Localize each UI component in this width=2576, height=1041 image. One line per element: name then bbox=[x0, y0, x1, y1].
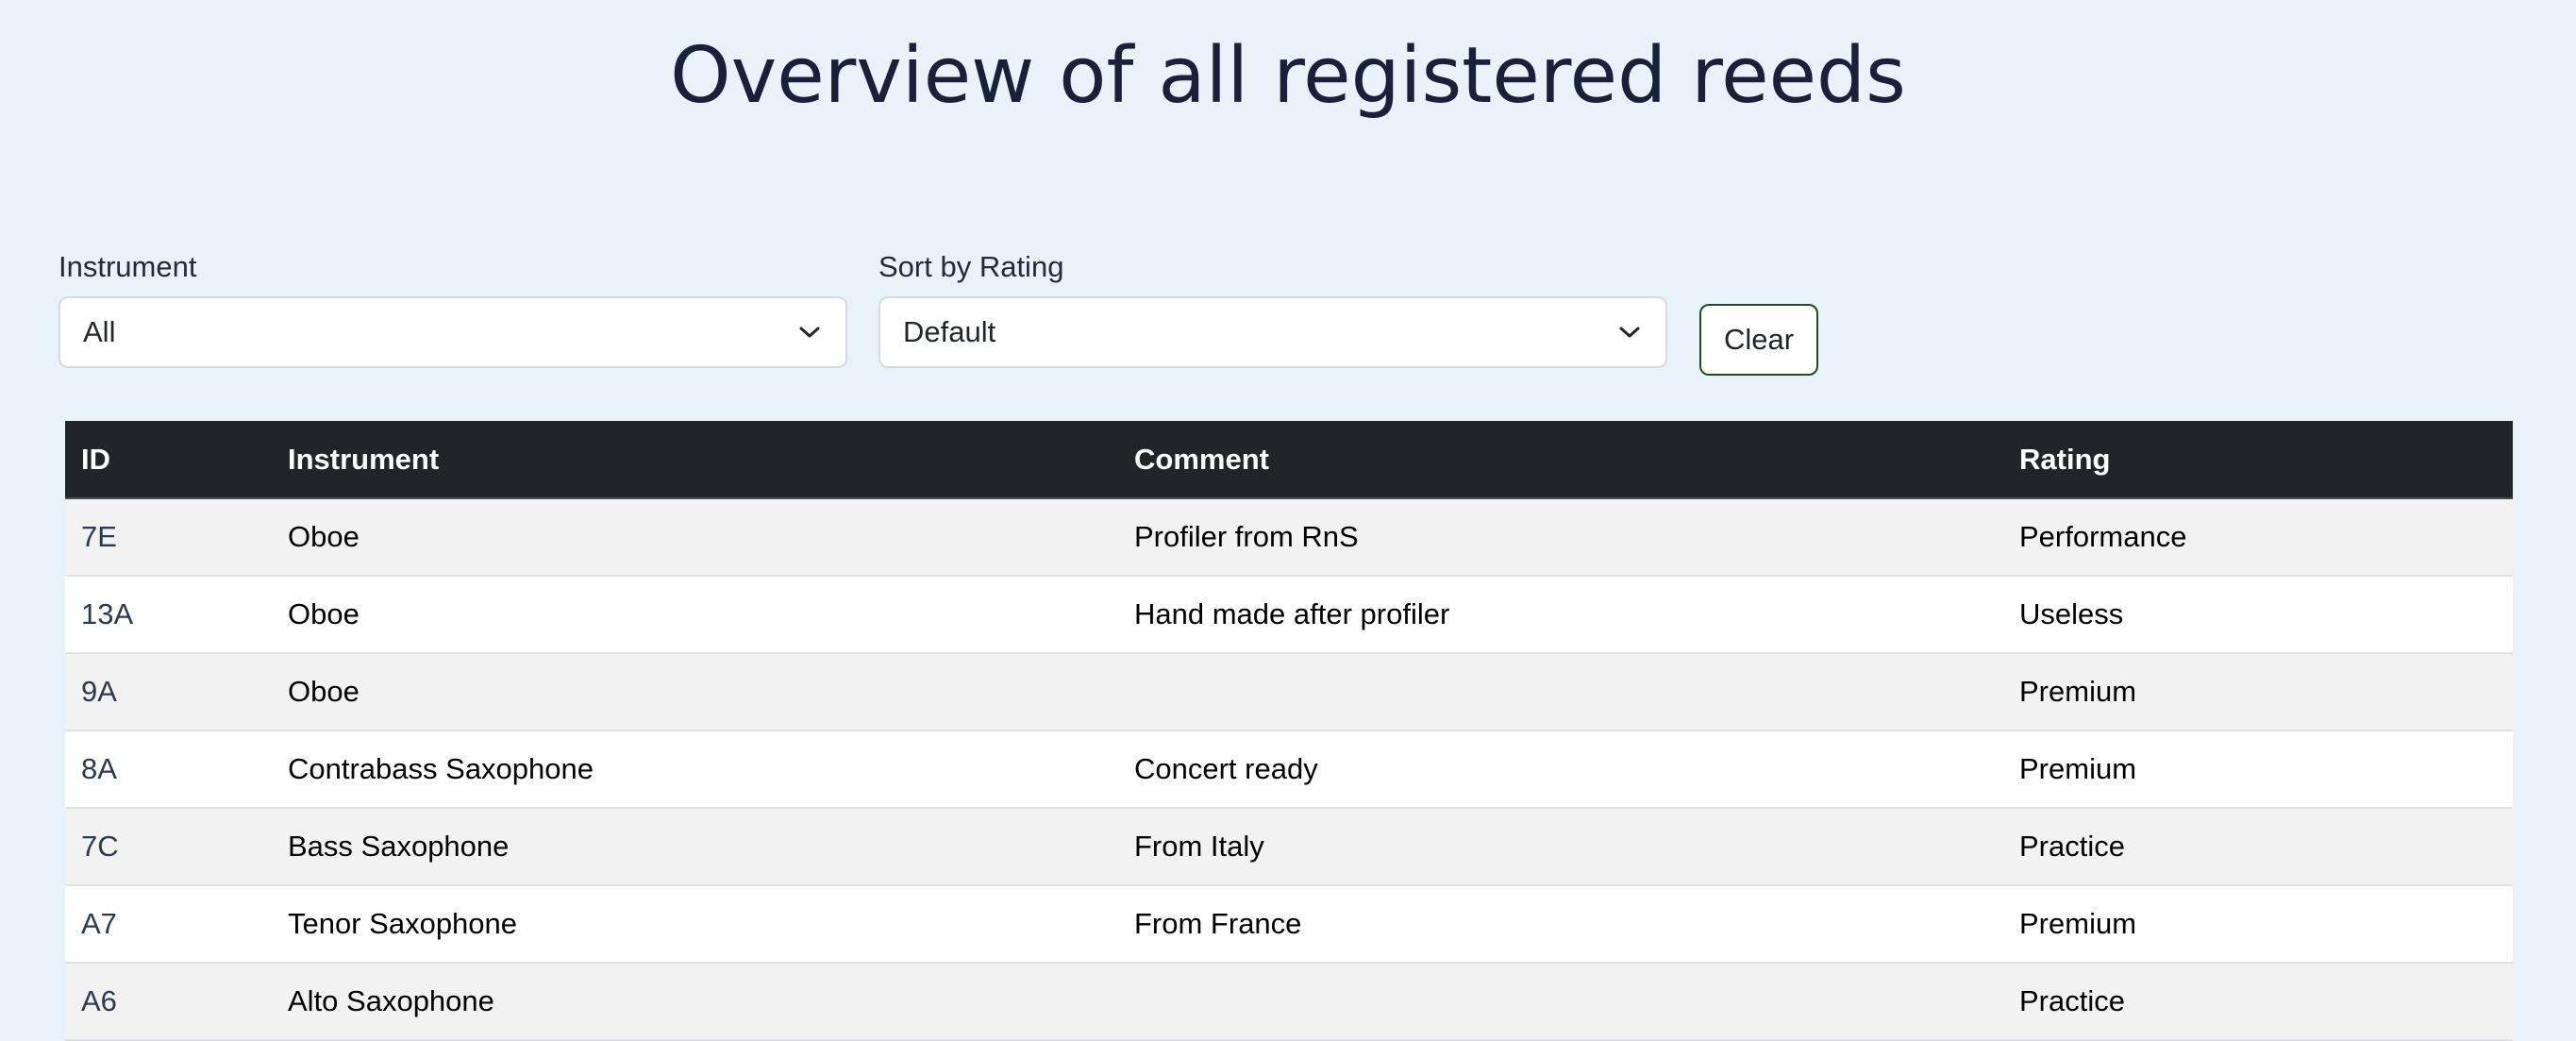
table-row[interactable]: 7C Bass Saxophone From Italy Practice bbox=[65, 808, 2513, 886]
column-header-id[interactable]: ID bbox=[65, 421, 272, 499]
cell-id: 13A bbox=[65, 576, 272, 654]
cell-comment bbox=[1118, 653, 2003, 731]
table-row[interactable]: 13A Oboe Hand made after profiler Useles… bbox=[65, 576, 2513, 654]
clear-button[interactable]: Clear bbox=[1699, 304, 1818, 376]
cell-instrument: Tenor Saxophone bbox=[272, 885, 1118, 964]
cell-rating: Practice bbox=[2003, 963, 2513, 1041]
cell-rating: Useless bbox=[2003, 576, 2513, 654]
table-row[interactable]: 7E Oboe Profiler from RnS Performance bbox=[65, 498, 2513, 577]
sort-select[interactable]: Default bbox=[878, 296, 1667, 368]
cell-rating: Practice bbox=[2003, 808, 2513, 886]
cell-id: 7C bbox=[65, 808, 272, 886]
chevron-down-icon bbox=[1616, 319, 1643, 345]
cell-instrument: Contrabass Saxophone bbox=[272, 730, 1118, 809]
cell-instrument: Oboe bbox=[272, 653, 1118, 731]
sort-filter-label: Sort by Rating bbox=[878, 250, 1064, 283]
cell-instrument: Bass Saxophone bbox=[272, 808, 1118, 886]
cell-comment: From Italy bbox=[1118, 808, 2003, 886]
cell-id: A6 bbox=[65, 963, 272, 1041]
cell-id: 8A bbox=[65, 730, 272, 809]
cell-comment: From France bbox=[1118, 885, 2003, 964]
cell-rating: Premium bbox=[2003, 730, 2513, 809]
instrument-filter: Instrument All bbox=[59, 243, 847, 368]
cell-id: A7 bbox=[65, 885, 272, 964]
chevron-down-icon bbox=[796, 319, 823, 345]
cell-rating: Performance bbox=[2003, 498, 2513, 577]
page-title: Overview of all registered reeds bbox=[670, 31, 1906, 121]
instrument-select-value: All bbox=[83, 315, 116, 348]
cell-rating: Premium bbox=[2003, 653, 2513, 731]
sort-filter: Sort by Rating Default bbox=[878, 243, 1667, 368]
table-row[interactable]: 8A Contrabass Saxophone Concert ready Pr… bbox=[65, 730, 2513, 809]
cell-comment: Profiler from RnS bbox=[1118, 498, 2003, 577]
cell-instrument: Alto Saxophone bbox=[272, 963, 1118, 1041]
table-row[interactable]: A6 Alto Saxophone Practice bbox=[65, 963, 2513, 1041]
column-header-comment[interactable]: Comment bbox=[1118, 421, 2003, 499]
cell-instrument: Oboe bbox=[272, 576, 1118, 654]
cell-comment: Hand made after profiler bbox=[1118, 576, 2003, 654]
cell-rating: Premium bbox=[2003, 885, 2513, 964]
table-row[interactable]: 9A Oboe Premium bbox=[65, 653, 2513, 731]
cell-instrument: Oboe bbox=[272, 498, 1118, 577]
column-header-instrument[interactable]: Instrument bbox=[272, 421, 1118, 499]
cell-comment bbox=[1118, 963, 2003, 1041]
cell-id: 7E bbox=[65, 498, 272, 577]
sort-select-value: Default bbox=[903, 315, 996, 348]
table-row[interactable]: A7 Tenor Saxophone From France Premium bbox=[65, 885, 2513, 964]
reeds-table: ID Instrument Comment Rating 7E Oboe Pro… bbox=[65, 421, 2513, 1041]
column-header-rating[interactable]: Rating bbox=[2003, 421, 2513, 499]
cell-id: 9A bbox=[65, 653, 272, 731]
instrument-select[interactable]: All bbox=[59, 296, 847, 368]
table-header-row: ID Instrument Comment Rating bbox=[65, 421, 2513, 499]
cell-comment: Concert ready bbox=[1118, 730, 2003, 809]
instrument-filter-label: Instrument bbox=[59, 250, 197, 283]
